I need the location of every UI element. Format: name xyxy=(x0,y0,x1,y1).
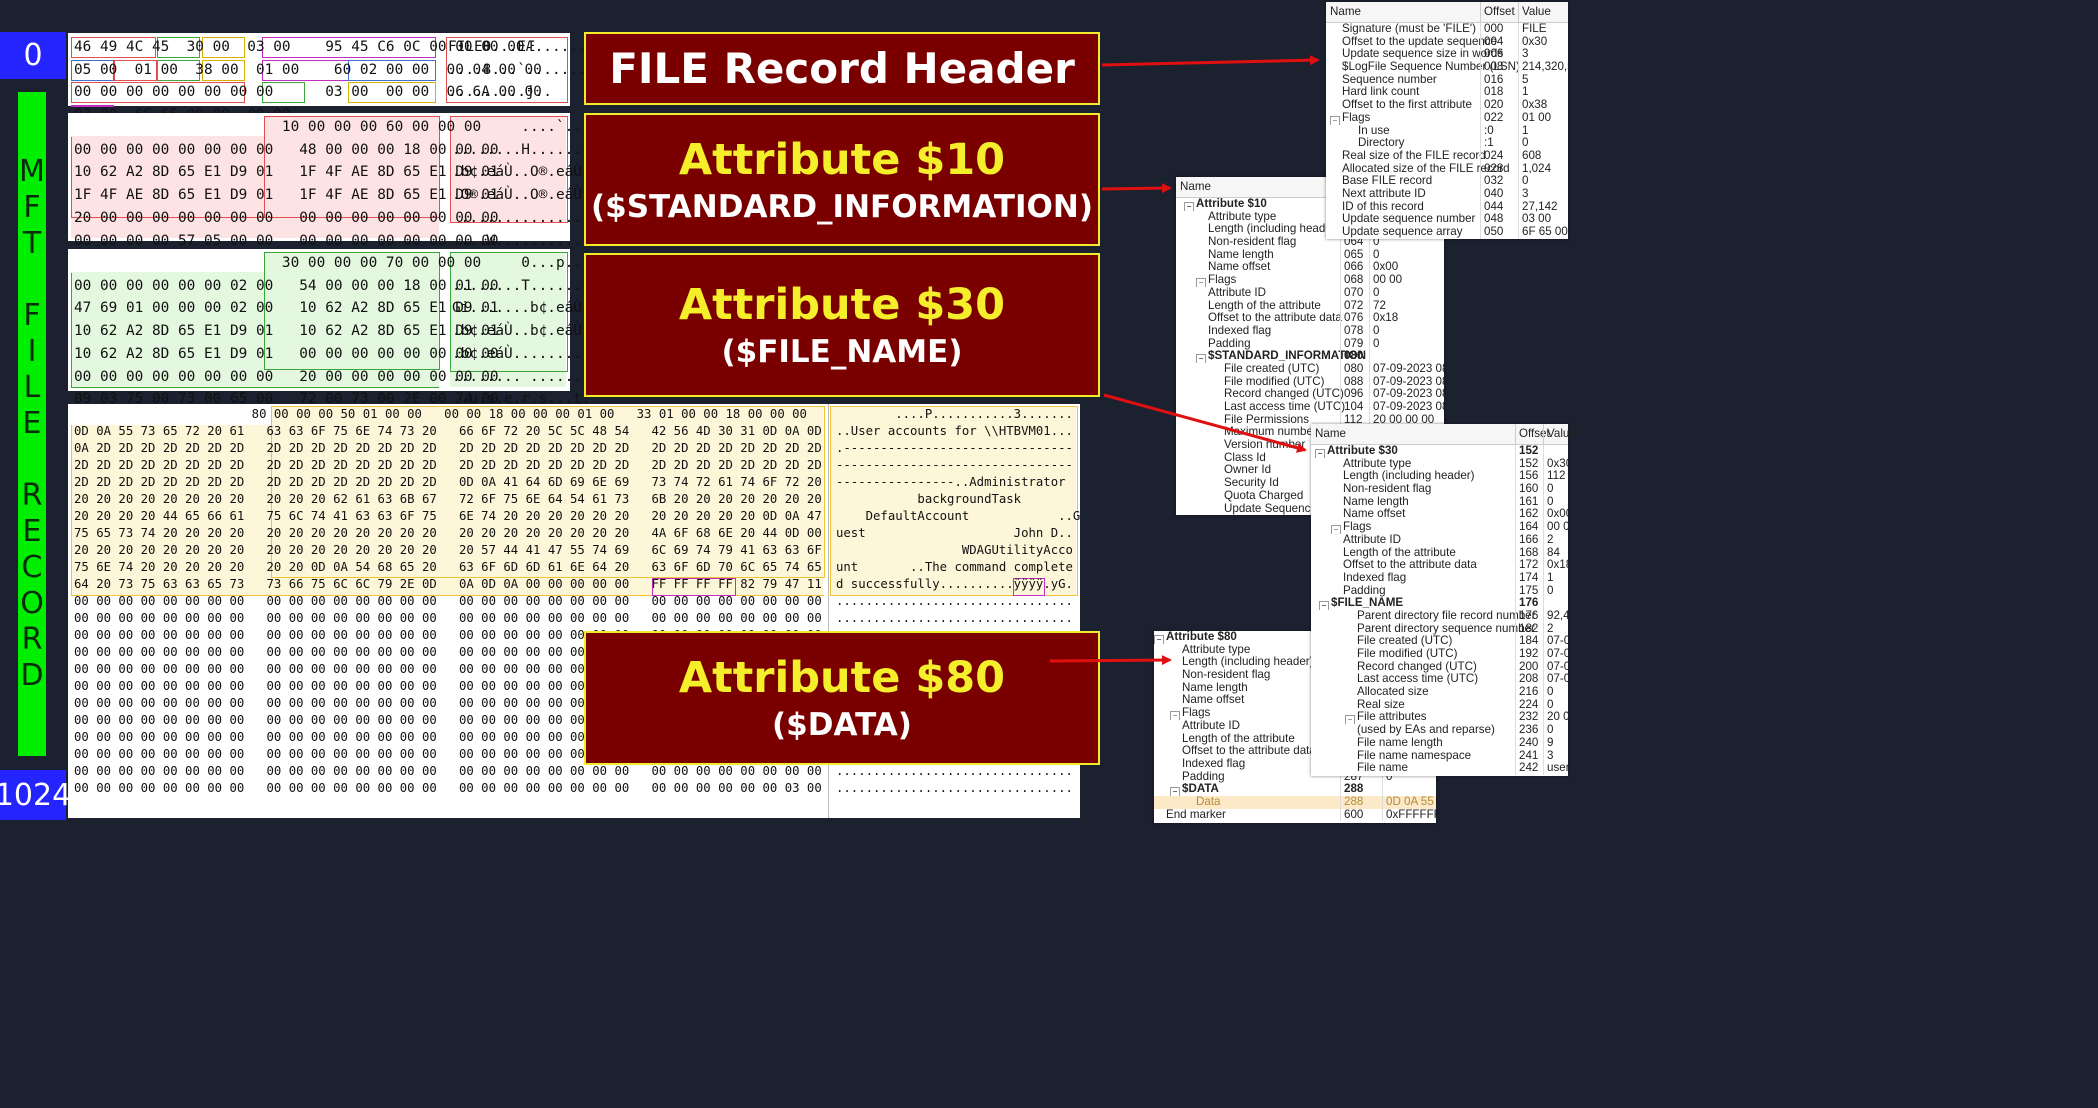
arrow-attr30 xyxy=(1103,393,1307,453)
arrow-attr10 xyxy=(1101,183,1172,194)
arrow-header xyxy=(1101,55,1320,67)
arrow-attr80 xyxy=(1049,655,1172,666)
arrows-layer xyxy=(1049,55,1320,666)
